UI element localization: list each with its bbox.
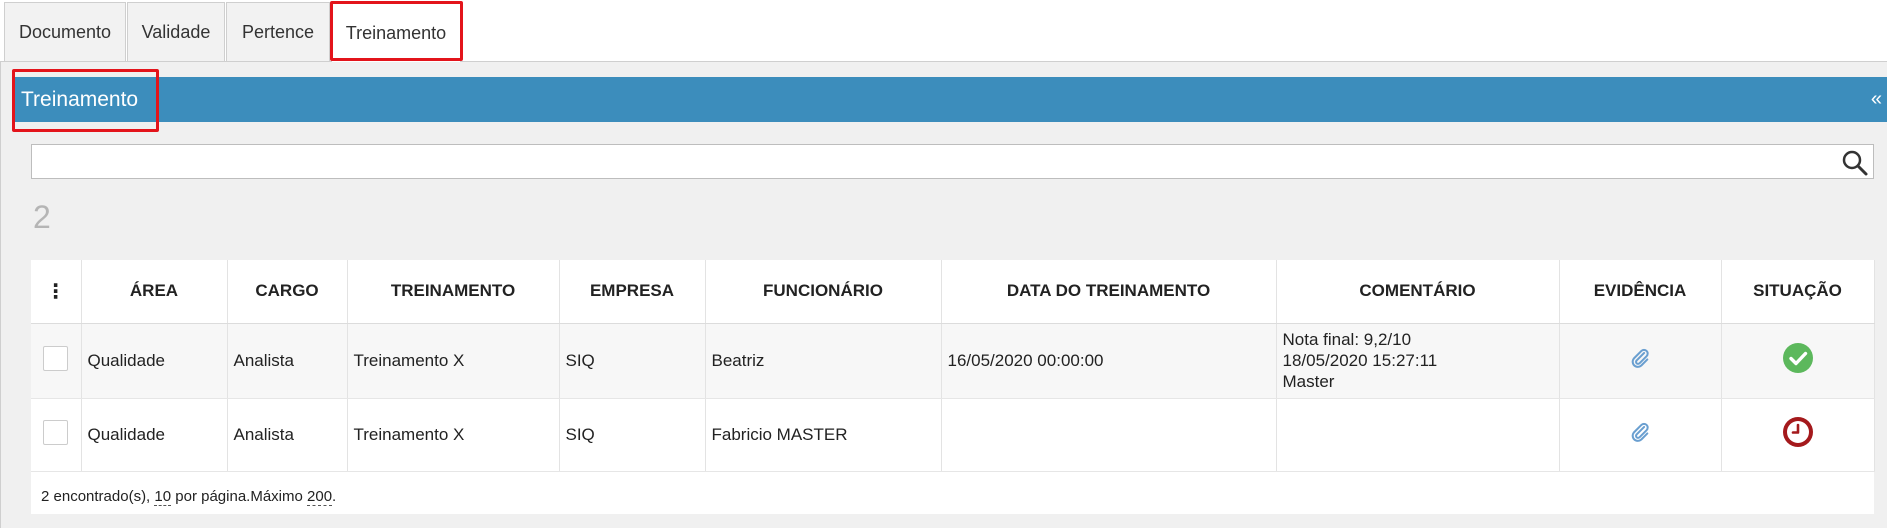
per-page-selector[interactable]: 10 (154, 488, 172, 506)
cell-evidencia (1559, 323, 1722, 399)
cell-data (941, 398, 1277, 472)
column-header-empresa[interactable]: EMPRESA (559, 260, 706, 324)
cell-data: 16/05/2020 00:00:00 (941, 323, 1277, 399)
cell-treinamento: Treinamento X (347, 323, 560, 399)
row-checkbox[interactable] (43, 345, 69, 371)
footer-end: . (332, 488, 337, 505)
column-header-cargo[interactable]: CARGO (227, 260, 348, 324)
tab-label: Pertence (241, 21, 315, 42)
cell-funcionario: Fabricio MASTER (705, 398, 942, 472)
result-count: 2 (33, 199, 51, 235)
tab-bar: Documento Validade Pertence Treinamento (0, 0, 1887, 63)
cell-funcionario: Beatriz (705, 323, 942, 399)
training-table: ⋮ ÁREA CARGO TREINAMENTO EMPRESA FUNCION… (31, 260, 1875, 514)
cell-area: Qualidade (81, 398, 228, 472)
per-page-text: por página.Máximo (175, 488, 303, 505)
tab-treinamento[interactable]: Treinamento (331, 2, 461, 63)
column-header-situacao[interactable]: SITUAÇÃO (1721, 260, 1875, 324)
table-row[interactable]: Qualidade Analista Treinamento X SIQ Bea… (31, 323, 1875, 399)
column-header-area[interactable]: ÁREA (81, 260, 228, 324)
tab-pertence[interactable]: Pertence (226, 2, 330, 61)
found-text: 2 encontrado(s), (41, 488, 151, 505)
tab-label: Documento (18, 21, 112, 42)
tab-label: Treinamento (345, 22, 447, 43)
clock-icon[interactable] (1781, 415, 1815, 449)
panel-title: Treinamento (21, 88, 139, 111)
column-header-data[interactable]: DATA DO TREINAMENTO (941, 260, 1277, 324)
panel-header: Treinamento « (14, 77, 1887, 122)
table-header-row: ⋮ ÁREA CARGO TREINAMENTO EMPRESA FUNCION… (31, 260, 1875, 324)
pagination-footer: 2 encontrado(s), 10 por página.Máximo 20… (41, 488, 337, 506)
cell-cargo: Analista (227, 398, 348, 472)
search-box (31, 144, 1874, 179)
treinamento-panel: Treinamento « 2 ⋮ ÁREA CARGO TREINAMENTO… (0, 62, 1887, 528)
search-icon[interactable] (1841, 149, 1869, 177)
table-row[interactable]: Qualidade Analista Treinamento X SIQ Fab… (31, 398, 1875, 472)
column-header-comentario[interactable]: COMENTÁRIO (1276, 260, 1560, 324)
column-header-treinamento[interactable]: TREINAMENTO (347, 260, 560, 324)
cell-comentario (1276, 398, 1560, 472)
comment-line: Master (1282, 372, 1335, 391)
tab-documento[interactable]: Documento (4, 2, 126, 61)
cell-empresa: SIQ (559, 398, 706, 472)
column-menu-button[interactable]: ⋮ (31, 260, 82, 324)
cell-situacao (1721, 398, 1875, 472)
collapse-button[interactable]: « (1871, 77, 1882, 122)
kebab-menu-icon: ⋮ (45, 280, 66, 303)
comment-line: Nota final: 9,2/10 (1282, 330, 1412, 349)
cell-situacao (1721, 323, 1875, 399)
cell-cargo: Analista (227, 323, 348, 399)
cell-area: Qualidade (81, 323, 228, 399)
column-header-funcionario[interactable]: FUNCIONÁRIO (705, 260, 942, 324)
paperclip-icon[interactable] (1629, 347, 1651, 369)
tab-validade[interactable]: Validade (127, 2, 225, 61)
search-input[interactable] (32, 145, 1822, 178)
max-selector[interactable]: 200 (307, 488, 333, 506)
check-circle-icon[interactable] (1782, 342, 1814, 374)
cell-comentario: Nota final: 9,2/10 18/05/2020 15:27:11 M… (1276, 323, 1560, 399)
column-header-evidencia[interactable]: EVIDÊNCIA (1559, 260, 1722, 324)
paperclip-icon[interactable] (1629, 421, 1651, 443)
comment-line: 18/05/2020 15:27:11 (1282, 351, 1438, 370)
cell-empresa: SIQ (559, 323, 706, 399)
row-checkbox[interactable] (43, 419, 69, 445)
tab-label: Validade (141, 21, 211, 42)
cell-evidencia (1559, 398, 1722, 472)
cell-treinamento: Treinamento X (347, 398, 560, 472)
